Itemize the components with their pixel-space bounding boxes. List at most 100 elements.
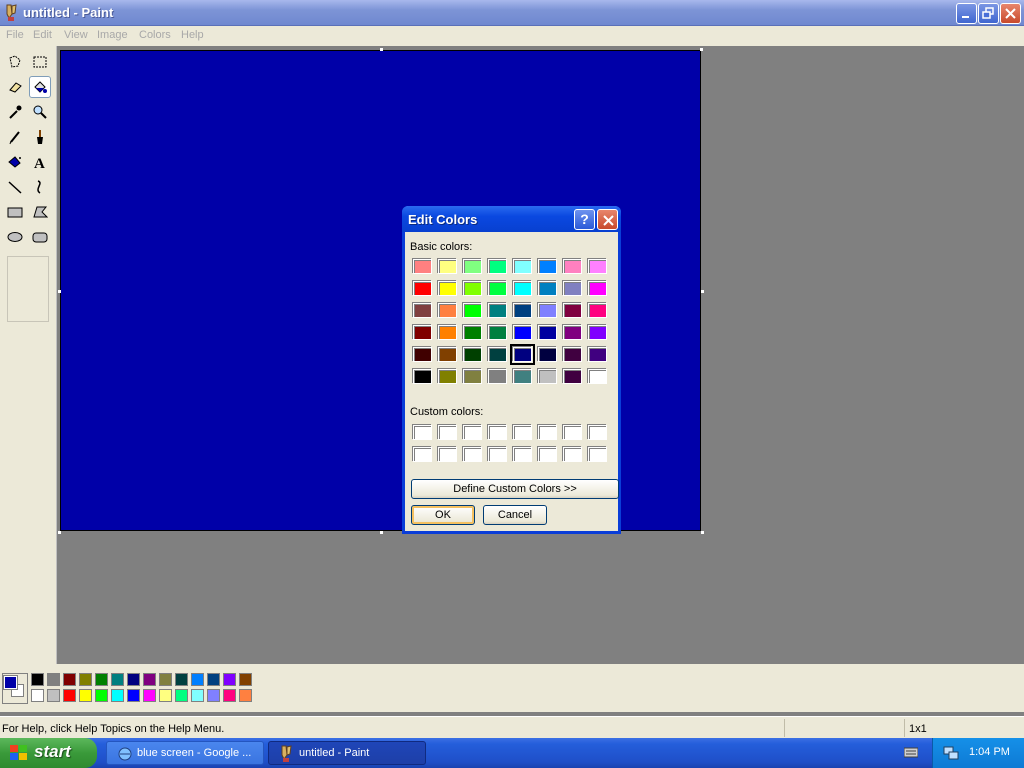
basic-color-swatch[interactable] — [563, 347, 582, 362]
basic-color-swatch[interactable] — [538, 303, 557, 318]
palette-swatch[interactable] — [143, 689, 156, 702]
basic-color-swatch[interactable] — [438, 369, 457, 384]
minimize-button[interactable] — [956, 3, 977, 24]
palette-swatch[interactable] — [239, 689, 252, 702]
basic-color-swatch[interactable] — [438, 281, 457, 296]
basic-color-swatch[interactable] — [413, 347, 432, 362]
keyboard-icon[interactable] — [903, 746, 919, 761]
magnifier-icon[interactable] — [29, 101, 51, 123]
palette-swatch[interactable] — [79, 689, 92, 702]
palette-swatch[interactable] — [223, 689, 236, 702]
ok-button[interactable]: OK — [411, 505, 475, 525]
basic-color-swatch[interactable] — [588, 281, 607, 296]
basic-color-swatch[interactable] — [413, 325, 432, 340]
resize-handle[interactable] — [380, 531, 383, 534]
custom-color-swatch[interactable] — [488, 425, 507, 440]
basic-color-swatch[interactable] — [463, 303, 482, 318]
basic-color-swatch[interactable] — [438, 347, 457, 362]
custom-color-swatch[interactable] — [413, 425, 432, 440]
restore-button[interactable] — [978, 3, 999, 24]
free-form-select-icon[interactable] — [4, 51, 26, 73]
palette-swatch[interactable] — [207, 673, 220, 686]
basic-color-swatch[interactable] — [463, 347, 482, 362]
palette-swatch[interactable] — [111, 673, 124, 686]
basic-color-swatch[interactable] — [438, 325, 457, 340]
custom-color-swatch[interactable] — [463, 447, 482, 462]
palette-swatch[interactable] — [191, 689, 204, 702]
basic-color-swatch[interactable] — [513, 303, 532, 318]
palette-swatch[interactable] — [31, 689, 44, 702]
basic-color-swatch[interactable] — [488, 259, 507, 274]
pencil-icon[interactable] — [4, 126, 26, 148]
custom-color-swatch[interactable] — [488, 447, 507, 462]
palette-swatch[interactable] — [95, 673, 108, 686]
custom-color-swatch[interactable] — [538, 425, 557, 440]
basic-color-swatch[interactable] — [538, 347, 557, 362]
basic-color-swatch[interactable] — [438, 259, 457, 274]
basic-color-swatch[interactable] — [588, 303, 607, 318]
palette-swatch[interactable] — [159, 673, 172, 686]
basic-color-swatch[interactable] — [488, 347, 507, 362]
line-icon[interactable] — [4, 176, 26, 198]
basic-color-swatch[interactable] — [513, 369, 532, 384]
custom-color-swatch[interactable] — [438, 425, 457, 440]
basic-color-swatch[interactable] — [513, 259, 532, 274]
palette-swatch[interactable] — [47, 689, 60, 702]
polygon-icon[interactable] — [29, 201, 51, 223]
basic-color-swatch[interactable] — [538, 369, 557, 384]
basic-color-swatch[interactable] — [463, 259, 482, 274]
eraser-icon[interactable] — [4, 76, 26, 98]
basic-color-swatch[interactable] — [588, 369, 607, 384]
basic-color-swatch[interactable] — [488, 369, 507, 384]
basic-color-swatch[interactable] — [588, 259, 607, 274]
palette-swatch[interactable] — [191, 673, 204, 686]
basic-color-swatch[interactable] — [563, 281, 582, 296]
basic-color-swatch[interactable] — [538, 325, 557, 340]
custom-color-swatch[interactable] — [563, 447, 582, 462]
palette-swatch[interactable] — [127, 673, 140, 686]
network-icon[interactable] — [943, 745, 959, 764]
palette-swatch[interactable] — [63, 673, 76, 686]
custom-color-swatch[interactable] — [588, 447, 607, 462]
basic-color-swatch[interactable] — [488, 303, 507, 318]
basic-color-swatch[interactable] — [413, 281, 432, 296]
basic-color-swatch[interactable] — [513, 325, 532, 340]
palette-swatch[interactable] — [159, 689, 172, 702]
tool-options-box[interactable] — [7, 256, 49, 322]
taskbar-item-paint[interactable]: untitled - Paint — [268, 741, 426, 765]
start-button[interactable]: start — [0, 738, 97, 768]
palette-swatch[interactable] — [143, 673, 156, 686]
basic-color-swatch[interactable] — [588, 347, 607, 362]
palette-swatch[interactable] — [175, 673, 188, 686]
menu-edit[interactable]: Edit — [33, 29, 52, 41]
basic-color-swatch[interactable] — [463, 281, 482, 296]
palette-swatch[interactable] — [207, 689, 220, 702]
menu-image[interactable]: Image — [97, 29, 128, 41]
basic-color-swatch[interactable] — [463, 325, 482, 340]
basic-color-swatch[interactable] — [563, 303, 582, 318]
basic-color-swatch[interactable] — [413, 259, 432, 274]
custom-color-swatch[interactable] — [588, 425, 607, 440]
basic-color-swatch[interactable] — [413, 369, 432, 384]
custom-color-swatch[interactable] — [513, 447, 532, 462]
brush-icon[interactable] — [29, 126, 51, 148]
palette-swatch[interactable] — [47, 673, 60, 686]
palette-swatch[interactable] — [239, 673, 252, 686]
basic-color-swatch[interactable] — [538, 259, 557, 274]
select-icon[interactable] — [29, 51, 51, 73]
rectangle-icon[interactable] — [4, 201, 26, 223]
define-custom-colors-button[interactable]: Define Custom Colors >> — [411, 479, 619, 499]
close-button[interactable] — [1000, 3, 1021, 24]
basic-color-swatch[interactable] — [513, 281, 532, 296]
basic-color-swatch[interactable] — [510, 344, 535, 365]
pick-color-icon[interactable] — [4, 101, 26, 123]
palette-swatch[interactable] — [95, 689, 108, 702]
basic-color-swatch[interactable] — [488, 325, 507, 340]
fill-with-color-icon[interactable] — [29, 76, 51, 98]
basic-color-swatch[interactable] — [463, 369, 482, 384]
custom-color-swatch[interactable] — [413, 447, 432, 462]
palette-swatch[interactable] — [111, 689, 124, 702]
basic-color-swatch[interactable] — [563, 369, 582, 384]
menu-help[interactable]: Help — [181, 29, 204, 41]
ellipse-icon[interactable] — [4, 226, 26, 248]
